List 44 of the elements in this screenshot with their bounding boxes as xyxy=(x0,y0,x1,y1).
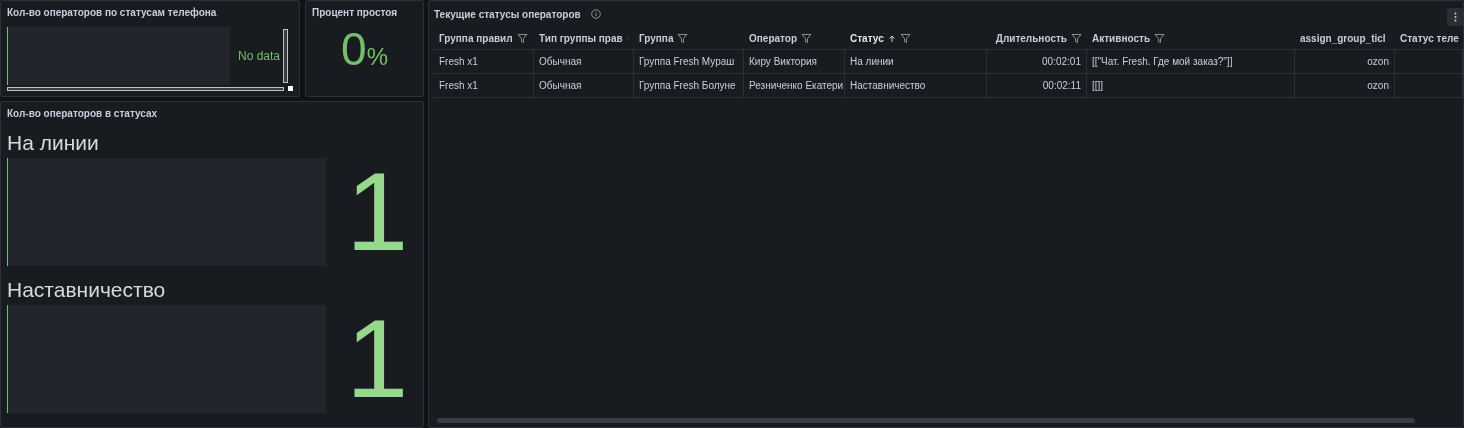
horizontal-scrollbar[interactable] xyxy=(7,86,284,91)
stat-value: 0 xyxy=(341,26,367,72)
panel-title: Кол-во операторов в статусах xyxy=(7,108,159,119)
column-header[interactable]: Группа правил xyxy=(439,33,513,44)
table-cell: Обычная xyxy=(539,56,582,67)
column-header[interactable]: Группа xyxy=(639,33,674,44)
panel-title: Текущие статусы операторов xyxy=(434,8,581,20)
menu-icon xyxy=(1453,12,1457,22)
table-cell: Киру Виктория xyxy=(749,56,817,67)
table-cell: Наставничество xyxy=(850,80,926,91)
panel-title: Процент простоя xyxy=(312,7,399,18)
column-header[interactable]: assign_group_ticl xyxy=(1300,33,1386,44)
table-cell: ozon xyxy=(1367,80,1389,91)
table-cell: На линии xyxy=(850,56,894,67)
panel-title: Кол-во операторов по статусам телефона xyxy=(7,7,218,18)
table-cell: Fresh x1 xyxy=(439,80,478,91)
column-header[interactable]: Тип группы прав xyxy=(539,33,623,44)
table-cell: ozon xyxy=(1367,56,1389,67)
horizontal-scrollbar[interactable] xyxy=(437,418,1415,423)
table-cell: 00:02:01 xyxy=(1042,56,1081,67)
table-cell: Обычная xyxy=(539,80,582,91)
stat-value: 1 xyxy=(346,156,409,269)
column-header[interactable]: Статус теле xyxy=(1400,33,1459,44)
column-header[interactable]: Статус xyxy=(850,33,884,44)
table-cell: [[]] xyxy=(1092,80,1104,91)
column-header[interactable]: Длительность xyxy=(995,33,1067,44)
column-header[interactable]: Активность xyxy=(1092,33,1151,44)
column-header[interactable]: Оператор xyxy=(749,33,798,44)
table-cell: Fresh x1 xyxy=(439,56,478,67)
table-cell: [["Чат. Fresh. Где мой заказ?"]] xyxy=(1092,56,1233,67)
stat-label: Наставничество xyxy=(7,278,167,302)
vertical-scrollbar[interactable] xyxy=(283,29,289,83)
no-data-message: No data xyxy=(238,49,281,63)
sort-arrow-icon[interactable] xyxy=(887,34,896,43)
table-cell: Резниченко Екатери xyxy=(749,80,844,91)
table-cell: Группа Fresh Болуне xyxy=(639,80,736,91)
scroll-corner xyxy=(288,86,293,91)
table-cell: Группа Fresh Мураш xyxy=(639,56,735,67)
stat-label: На линии xyxy=(7,131,100,155)
info-icon[interactable] xyxy=(590,9,601,19)
stat-unit: % xyxy=(366,43,388,71)
table-cell: 00:02:11 xyxy=(1042,80,1081,91)
menu-button[interactable] xyxy=(1447,8,1463,26)
stat-value: 1 xyxy=(346,303,409,416)
